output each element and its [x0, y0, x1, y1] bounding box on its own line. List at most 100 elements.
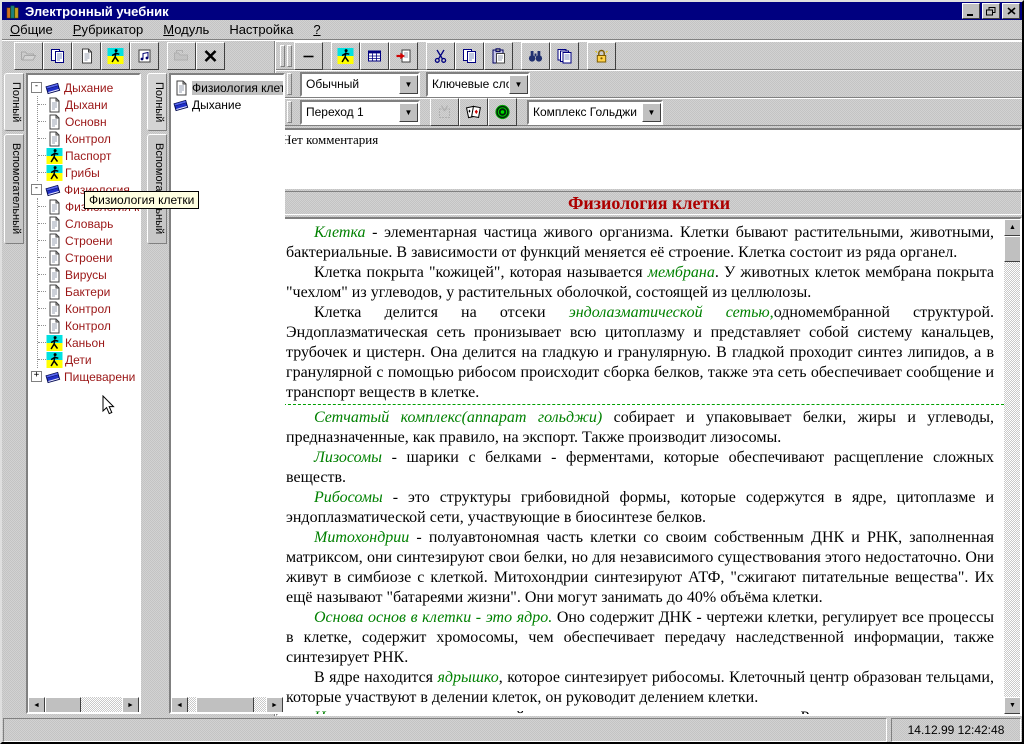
tree-item[interactable]: Строени: [38, 249, 139, 266]
tree-item[interactable]: Строени: [38, 232, 139, 249]
scroll-left-icon[interactable]: ◄: [171, 697, 188, 714]
tab-full[interactable]: Полный: [147, 73, 167, 131]
search-mode-combobox[interactable]: Ключевые слов ▼: [426, 72, 530, 97]
search-button[interactable]: [521, 42, 550, 70]
scroll-right-icon[interactable]: ►: [266, 697, 283, 714]
glossary-term[interactable]: эндолазматической сетью,: [569, 304, 774, 321]
tree-item[interactable]: -Дыхание: [30, 79, 139, 96]
tree-item[interactable]: Бактери: [38, 283, 139, 300]
cut-frame-icon: [436, 104, 453, 120]
minimize-button[interactable]: [962, 3, 980, 19]
tree-connector: [38, 291, 46, 292]
copy-button[interactable]: [43, 42, 72, 70]
chevron-down-icon[interactable]: ▼: [399, 103, 418, 122]
comment-box[interactable]: Нет комментария: [276, 128, 1022, 189]
chevron-down-icon[interactable]: ▼: [642, 103, 661, 122]
copy-button[interactable]: [455, 42, 484, 70]
scroll-right-icon[interactable]: ►: [122, 697, 139, 714]
scroll-thumb[interactable]: [1004, 236, 1022, 262]
scroll-thumb[interactable]: [196, 697, 254, 714]
chevron-down-icon[interactable]: ▼: [509, 75, 528, 94]
transition-combobox[interactable]: Переход 1 ▼: [300, 100, 420, 125]
menu-item[interactable]: ?: [313, 22, 320, 37]
menu-item[interactable]: Общие: [10, 22, 53, 37]
scroll-down-icon[interactable]: ▼: [1004, 697, 1021, 714]
anchor-combobox[interactable]: Комплекс Гольджи ▼: [527, 100, 663, 125]
tree2-hscrollbar[interactable]: ◄ ►: [171, 697, 283, 712]
delete-button[interactable]: [196, 42, 225, 70]
tree1-hscrollbar[interactable]: ◄ ►: [28, 697, 139, 712]
anchor-dashed-line: [278, 404, 1004, 407]
book-icon: [45, 80, 61, 96]
tree-item-label: Паспорт: [65, 149, 111, 163]
scroll-up-icon[interactable]: ▲: [1004, 219, 1021, 236]
tree-item[interactable]: Физиология клетк: [173, 79, 283, 96]
tree-item[interactable]: Контрол: [38, 130, 139, 147]
glossary-term[interactable]: Митохондрии: [314, 529, 409, 546]
doc-icon: [78, 48, 95, 64]
transition-toolbar-row: Переход 1 ▼ Комплекс Гольджи ▼: [276, 98, 1022, 126]
tree-connector: [38, 308, 46, 309]
tab-full[interactable]: Полный: [4, 73, 24, 131]
target-button[interactable]: [488, 98, 517, 126]
glossary-term[interactable]: мембрана: [648, 264, 715, 281]
media-button[interactable]: [130, 42, 159, 70]
glossary-term[interactable]: Клетка: [314, 224, 366, 241]
scroll-left-icon[interactable]: ◄: [28, 697, 45, 714]
tree-item[interactable]: Вирусы: [38, 266, 139, 283]
menu-item[interactable]: Настройка: [229, 22, 293, 37]
tree-item[interactable]: Дети: [38, 351, 139, 368]
dash-button[interactable]: [294, 42, 323, 70]
expand-toggle-icon[interactable]: +: [31, 371, 42, 382]
tree-item[interactable]: +Пищеварени: [30, 368, 139, 385]
glossary-term[interactable]: Цитоплазма: [314, 709, 400, 714]
page-icon: [46, 284, 62, 300]
pages-button[interactable]: [550, 42, 579, 70]
menu-item[interactable]: Рубрикатор: [73, 22, 143, 37]
cards-button[interactable]: [459, 98, 488, 126]
tree-item[interactable]: Дыхани: [38, 96, 139, 113]
chevron-down-icon[interactable]: ▼: [399, 75, 418, 94]
glossary-term[interactable]: Рибосомы: [314, 489, 383, 506]
document-button[interactable]: [72, 42, 101, 70]
glossary-term[interactable]: Лизосомы: [314, 449, 382, 466]
import-doc-icon: [395, 48, 412, 64]
table-button[interactable]: [360, 42, 389, 70]
article-vscrollbar[interactable]: ▲ ▼: [1004, 219, 1020, 714]
dash-icon: [300, 48, 317, 64]
toolbar-grip[interactable]: [287, 73, 292, 95]
collapse-toggle-icon[interactable]: -: [31, 184, 42, 195]
run-module-button[interactable]: [331, 42, 360, 70]
toolbar-grip[interactable]: [280, 45, 285, 67]
restore-button[interactable]: [982, 3, 1000, 19]
tree-item[interactable]: Контрол: [38, 300, 139, 317]
tree-item[interactable]: Грибы: [38, 164, 139, 181]
tree-item[interactable]: Паспорт: [38, 147, 139, 164]
import-page-button[interactable]: [389, 42, 418, 70]
paragraph: Основа основ в клетки - это ядро. Оно со…: [286, 608, 994, 668]
glossary-term[interactable]: ядрышко: [437, 669, 498, 686]
tab-auxiliary[interactable]: Вспомогательный: [147, 134, 167, 243]
lock-button[interactable]: [587, 42, 616, 70]
paste-button[interactable]: [484, 42, 513, 70]
style-combobox[interactable]: Обычный ▼: [300, 72, 420, 97]
run-module-button[interactable]: [101, 42, 130, 70]
tree-item[interactable]: Контрол: [38, 317, 139, 334]
tree-item[interactable]: Каньон: [38, 334, 139, 351]
page-icon: [46, 267, 62, 283]
toolbar-grip[interactable]: [287, 45, 292, 67]
tree-item[interactable]: Основн: [38, 113, 139, 130]
menu-item[interactable]: Модуль: [163, 22, 209, 37]
close-button[interactable]: [1002, 3, 1020, 19]
tree-item[interactable]: Словарь: [38, 215, 139, 232]
scroll-thumb[interactable]: [45, 697, 81, 714]
tree-item-tooltip: Физиология клетки: [84, 191, 199, 209]
glossary-term[interactable]: Сетчатый комплекс(аппарат гольджи): [314, 409, 602, 426]
tree-item[interactable]: Дыхание: [173, 96, 283, 113]
glossary-term[interactable]: Основа основ в клетки - это ядро.: [314, 609, 552, 626]
toolbar-grip[interactable]: [287, 101, 292, 123]
tab-auxiliary[interactable]: Вспомогательный: [4, 134, 24, 243]
collapse-toggle-icon[interactable]: -: [31, 82, 42, 93]
cut-button[interactable]: [426, 42, 455, 70]
target-icon: [494, 104, 511, 120]
